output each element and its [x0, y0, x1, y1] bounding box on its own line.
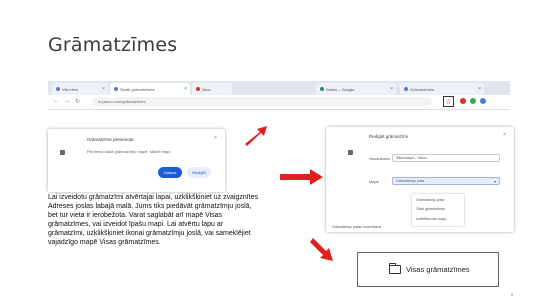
close-tab-icon[interactable]: × — [478, 86, 481, 92]
folder-icon — [389, 263, 401, 274]
arrow-down-right-icon — [310, 238, 333, 261]
address-bar: ← → ↻ lv.yahoo.com/grāmatzīmes ☆ — [48, 95, 510, 110]
browser-tab[interactable]: Jaun — [192, 83, 232, 95]
arrow-right-icon — [280, 169, 323, 185]
tab-favicon-icon — [114, 87, 118, 91]
close-tab-icon[interactable]: × — [102, 86, 105, 92]
tab-label: Jaun — [202, 86, 211, 92]
browser-tab[interactable]: Skatīt grāmatzīmes × — [110, 83, 190, 95]
done-button[interactable]: Gatavs — [158, 167, 182, 178]
name-field[interactable]: Sākumlapa – Yahoo — [392, 154, 500, 162]
star-icon[interactable]: ☆ — [443, 96, 454, 107]
tab-label: Grāmatzīmes — [410, 86, 435, 92]
tab-favicon-icon — [320, 87, 324, 91]
close-icon[interactable]: × — [503, 132, 506, 138]
back-icon[interactable]: ← — [53, 98, 59, 104]
description-text: Lai izveidotu grāmatzīmi atvērtajai lapa… — [48, 194, 259, 246]
extension-icon[interactable] — [470, 98, 476, 104]
tab-favicon-icon — [404, 87, 408, 91]
page-number: 8 — [511, 292, 514, 297]
popup-footer: Grāmatzīmju joslas noņemšana — [332, 225, 382, 229]
close-tab-icon[interactable]: × — [184, 86, 187, 92]
name-label: Nosaukums — [369, 156, 391, 161]
folder-select-value: Grāmatzīmju josla — [396, 179, 425, 183]
popup-text: Pievienot kādā grāmatzīmju mapē. Mainīt … — [87, 149, 171, 154]
page-icon — [348, 150, 353, 155]
arrow-to-star-icon — [245, 126, 267, 146]
folder-select[interactable]: Grāmatzīmju josla ▾ — [392, 177, 500, 185]
slide-title: Grāmatzīmes — [48, 34, 178, 56]
url-input[interactable]: lv.yahoo.com/grāmatzīmes — [92, 97, 432, 106]
popup-title: Grāmatzīme pievienota — [87, 137, 134, 142]
popup-title: Rediģēt grāmatzīmi — [369, 134, 409, 139]
tab-favicon-icon — [196, 87, 200, 91]
close-tab-icon[interactable]: × — [390, 86, 393, 92]
menu-item[interactable]: Grāmatzīmju josla — [416, 198, 444, 202]
browser-tab[interactable]: Grāmatzīmes × — [400, 83, 484, 95]
chevron-down-icon: ▾ — [493, 178, 496, 184]
reload-icon[interactable]: ↻ — [75, 98, 80, 105]
menu-item[interactable]: Izvēlēties citu mapi... — [416, 217, 448, 221]
page-icon — [60, 150, 65, 155]
bookmark-added-popup: Grāmatzīme pievienota × Pievienot kādā g… — [48, 129, 225, 192]
extension-icon[interactable] — [460, 98, 466, 104]
close-icon[interactable]: × — [214, 135, 217, 141]
extension-icon[interactable] — [480, 98, 486, 104]
folder-label: Mape — [369, 179, 380, 184]
edit-button[interactable]: Rediģēt — [187, 167, 211, 178]
browser-tab[interactable]: Visi elem × — [52, 83, 108, 95]
tab-favicon-icon — [56, 87, 60, 91]
edit-bookmark-popup: Rediģēt grāmatzīmi × Nosaukums Sākumlapa… — [326, 127, 514, 232]
browser-tab[interactable]: Saites – Google × — [316, 83, 396, 95]
folder-dropdown-menu: Grāmatzīmju josla Citas grāmatzīmes Izvē… — [412, 194, 464, 226]
tab-label: Skatīt grāmatzīmes — [120, 86, 155, 92]
browser-tab-bar: Visi elem × Skatīt grāmatzīmes × Jaun Sa… — [48, 81, 510, 95]
folder-label: Visas grāmatzīmes — [406, 265, 470, 274]
all-bookmarks-folder[interactable]: Visas grāmatzīmes — [357, 252, 499, 287]
tab-label: Saites – Google — [326, 86, 355, 92]
forward-icon[interactable]: → — [64, 98, 70, 104]
slide: Grāmatzīmes Visi elem × Skatīt grāmatzīm… — [0, 0, 538, 307]
menu-item[interactable]: Citas grāmatzīmes — [416, 207, 445, 211]
tab-label: Visi elem — [62, 86, 79, 92]
